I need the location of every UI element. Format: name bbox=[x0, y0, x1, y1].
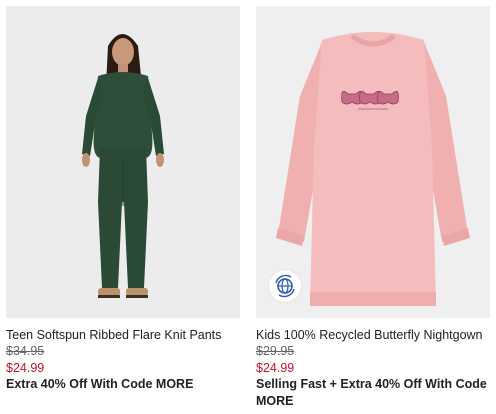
product-image[interactable] bbox=[256, 6, 490, 318]
original-price: $29.95 bbox=[256, 344, 295, 358]
product-card[interactable]: Kids 100% Recycled Butterfly Nightgown $… bbox=[256, 6, 490, 410]
recycled-globe-icon bbox=[275, 274, 295, 298]
promo-text: Extra 40% Off With Code MORE bbox=[6, 377, 194, 391]
product-card[interactable]: Teen Softspun Ribbed Flare Knit Pants $3… bbox=[6, 6, 240, 393]
product-image[interactable] bbox=[6, 6, 240, 318]
promo-text: Selling Fast + Extra 40% Off With Code M… bbox=[256, 377, 487, 408]
original-price: $34.95 bbox=[6, 344, 45, 358]
product-grid: Teen Softspun Ribbed Flare Knit Pants $3… bbox=[0, 0, 496, 414]
product-name[interactable]: Teen Softspun Ribbed Flare Knit Pants bbox=[6, 327, 240, 343]
recycled-badge bbox=[269, 270, 301, 302]
sale-price: $24.99 bbox=[6, 361, 45, 375]
product-name[interactable]: Kids 100% Recycled Butterfly Nightgown bbox=[256, 327, 490, 343]
sale-price: $24.99 bbox=[256, 361, 295, 375]
teen-pants-photo bbox=[6, 6, 240, 318]
